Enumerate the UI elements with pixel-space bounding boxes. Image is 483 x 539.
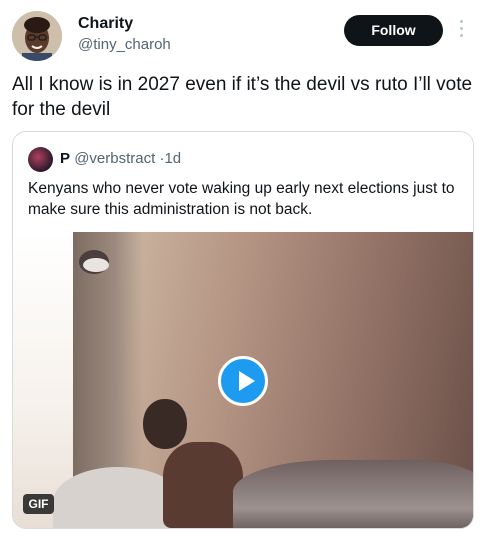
gif-badge: GIF [23, 494, 54, 514]
media-bedsheet-right [233, 460, 473, 528]
profile-photo-icon [12, 11, 62, 61]
author-display-name[interactable]: Charity [78, 15, 133, 33]
tweet-text: All I know is in 2027 even if it’s the d… [12, 74, 473, 120]
follow-button[interactable]: Follow [344, 15, 443, 46]
tweet-header: Charity @tiny_charoh Follow [0, 0, 483, 70]
media-lamp-shade [83, 258, 109, 272]
quoted-timestamp[interactable]: 1d [164, 150, 181, 167]
more-options-icon[interactable] [457, 20, 465, 42]
gif-media[interactable]: GIF [13, 232, 473, 528]
author-avatar[interactable] [12, 11, 62, 61]
author-handle[interactable]: @tiny_charoh [78, 36, 171, 53]
quoted-author-avatar[interactable] [28, 147, 53, 172]
quoted-tweet-header: P @verbstract ·1d [60, 150, 181, 167]
quoted-tweet-text: Kenyans who never vote waking up early n… [28, 180, 455, 218]
play-icon[interactable] [218, 356, 268, 406]
quoted-author-handle[interactable]: @verbstract [74, 150, 155, 167]
media-person-head [143, 399, 187, 449]
media-person-body [163, 442, 243, 528]
quoted-author-name[interactable]: P [60, 150, 70, 167]
quoted-tweet-card[interactable]: P @verbstract ·1d Kenyans who never vote… [12, 131, 474, 529]
